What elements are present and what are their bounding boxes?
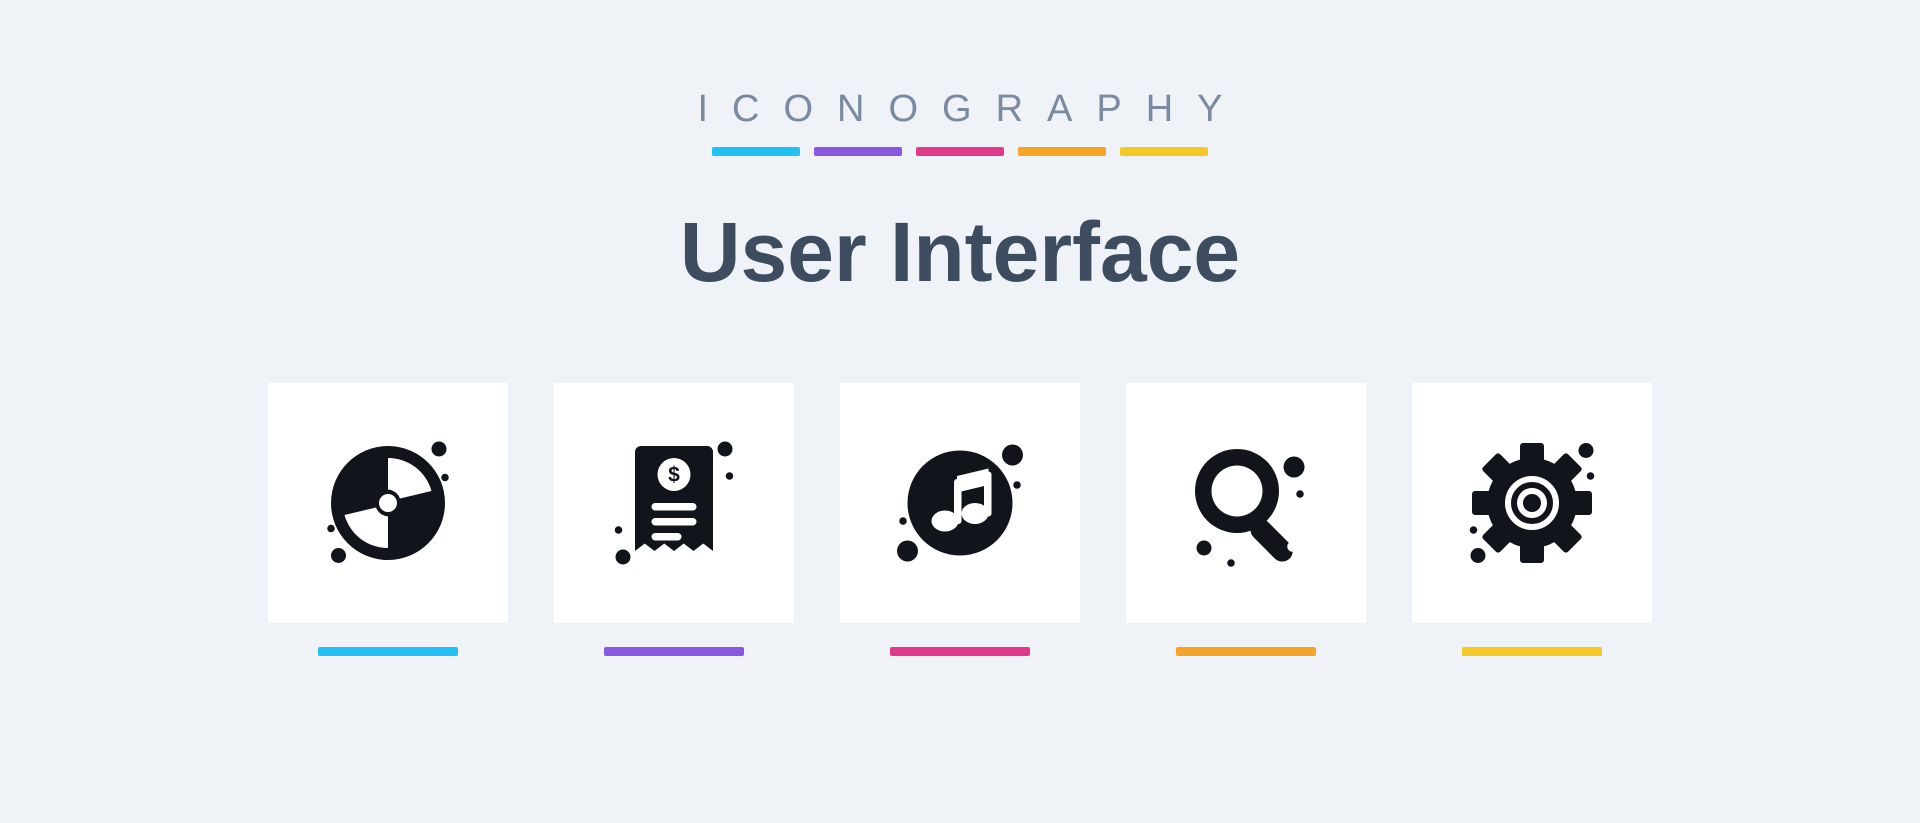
underline-blue [318, 647, 458, 656]
svg-text:$: $ [668, 463, 680, 486]
gear-icon [1412, 383, 1652, 623]
accent-stripe-row [0, 147, 1920, 156]
underline-yellow [1462, 647, 1602, 656]
underline-orange [1176, 647, 1316, 656]
icon-card-disc [268, 383, 508, 656]
accent-stripe-orange [1018, 147, 1106, 156]
accent-stripe-blue [712, 147, 800, 156]
accent-stripe-yellow [1120, 147, 1208, 156]
header: ICONOGRAPHY User Interface [0, 0, 1920, 301]
icon-card-music [840, 383, 1080, 656]
receipt-icon: $ [554, 383, 794, 623]
accent-stripe-purple [814, 147, 902, 156]
underline-purple [604, 647, 744, 656]
overline-text: ICONOGRAPHY [24, 88, 1920, 131]
icon-card-gear [1412, 383, 1652, 656]
page-title: User Interface [0, 204, 1920, 301]
icon-card-receipt: $ [554, 383, 794, 656]
search-icon [1126, 383, 1366, 623]
accent-stripe-pink [916, 147, 1004, 156]
disc-icon [268, 383, 508, 623]
underline-pink [890, 647, 1030, 656]
icon-row: $ [0, 383, 1920, 656]
icon-card-search [1126, 383, 1366, 656]
music-icon [840, 383, 1080, 623]
